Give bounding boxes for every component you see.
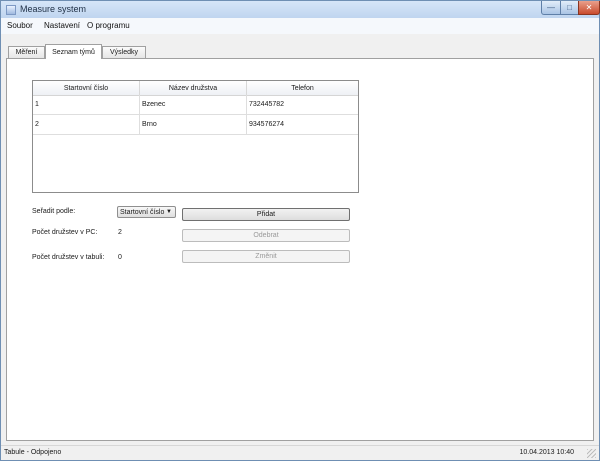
change-button[interactable]: Změnit (182, 250, 350, 263)
table-row[interactable]: 1 Bzenec 732445782 (33, 95, 358, 115)
remove-button[interactable]: Odebrat (182, 229, 350, 242)
close-button[interactable]: ✕ (578, 1, 600, 15)
menu-item-o-programu[interactable]: O programu (87, 21, 130, 30)
add-button[interactable]: Přidat (182, 208, 350, 221)
column-header-phone[interactable]: Telefon (247, 81, 358, 95)
menu-item-nastaveni[interactable]: Nastavení (44, 21, 80, 30)
tab-seznam-tymu[interactable]: Seznam týmů (45, 44, 102, 59)
cell-team-name: Brno (140, 115, 247, 134)
teams-pc-value: 2 (118, 229, 122, 236)
minimize-icon: — (547, 2, 555, 12)
client-area: Měření Seznam týmů Výsledky Startovní čí… (1, 34, 599, 445)
tab-mereni[interactable]: Měření (8, 46, 45, 58)
table-row[interactable]: 2 Brno 934576274 (33, 115, 358, 135)
status-datetime: 10.04.2013 10:40 (519, 449, 575, 456)
cell-start-number: 1 (33, 95, 140, 114)
sort-label: Seřadit podle: (32, 208, 76, 215)
resize-grip-icon[interactable] (587, 449, 596, 458)
tab-panel: Startovní číslo Název družstva Telefon 1… (6, 58, 594, 441)
menu-bar: Soubor Nastavení O programu (1, 18, 599, 34)
window-title: Measure system (20, 4, 87, 14)
chevron-down-icon: ▼ (166, 209, 172, 215)
cell-phone: 732445782 (249, 101, 285, 108)
minimize-button[interactable]: — (541, 1, 561, 15)
status-bar: Tabule - Odpojeno 10.04.2013 10:40 (1, 445, 599, 460)
cell-phone: 934576274 (249, 121, 285, 128)
cell-start-number: 2 (33, 115, 140, 134)
sort-select[interactable]: Startovní číslo ▼ (117, 206, 176, 218)
table-header: Startovní číslo Název družstva Telefon (33, 81, 358, 96)
teams-pc-label: Počet družstev v PC: (32, 229, 98, 236)
tab-vysledky[interactable]: Výsledky (102, 46, 146, 58)
teams-table[interactable]: Startovní číslo Název družstva Telefon 1… (32, 80, 359, 193)
cell-team-name: Bzenec (140, 95, 247, 114)
window-app-icon (6, 5, 16, 15)
title-bar[interactable]: Measure system — □ ✕ (1, 1, 600, 18)
teams-board-value: 0 (118, 254, 122, 261)
sort-select-value: Startovní číslo (120, 208, 165, 216)
maximize-button[interactable]: □ (560, 1, 579, 15)
column-header-team-name[interactable]: Název družstva (140, 81, 247, 95)
connection-status: Tabule - Odpojeno (4, 449, 62, 456)
menu-item-soubor[interactable]: Soubor (7, 21, 33, 30)
column-header-start-number[interactable]: Startovní číslo (33, 81, 140, 95)
close-icon: ✕ (585, 2, 593, 12)
main-window: Measure system — □ ✕ Soubor Nastavení O … (0, 0, 600, 461)
teams-board-label: Počet družstev v tabuli: (32, 254, 105, 261)
maximize-icon: □ (567, 2, 572, 12)
